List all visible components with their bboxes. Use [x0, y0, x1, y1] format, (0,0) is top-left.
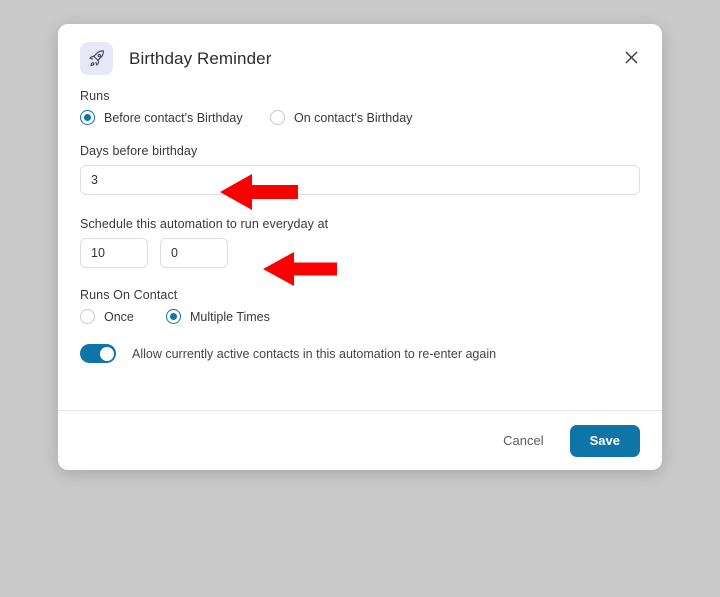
- reenter-toggle-row: Allow currently active contacts in this …: [80, 344, 640, 363]
- radio-option-once[interactable]: Once: [80, 309, 166, 324]
- days-before-input[interactable]: [80, 165, 640, 195]
- reenter-toggle[interactable]: [80, 344, 116, 363]
- radio-option-before-birthday[interactable]: Before contact's Birthday: [80, 110, 270, 125]
- radio-indicator-multiple-times[interactable]: [166, 309, 181, 324]
- rocket-icon: [80, 42, 113, 75]
- schedule-hour-input[interactable]: [80, 238, 148, 268]
- radio-label-on-birthday: On contact's Birthday: [294, 110, 413, 125]
- runs-section: Runs Before contact's Birthday On contac…: [80, 89, 640, 125]
- dialog-header: Birthday Reminder: [58, 24, 662, 75]
- days-before-label: Days before birthday: [80, 144, 198, 158]
- radio-indicator-once[interactable]: [80, 309, 95, 324]
- runs-on-contact-label: Runs On Contact: [80, 288, 178, 302]
- page-title: Birthday Reminder: [129, 48, 272, 68]
- radio-label-before-birthday: Before contact's Birthday: [104, 110, 243, 125]
- runs-label: Runs: [80, 89, 110, 103]
- days-before-section: Days before birthday: [80, 144, 640, 195]
- birthday-reminder-dialog: Birthday Reminder Runs Before contact's …: [58, 24, 662, 470]
- schedule-label: Schedule this automation to run everyday…: [80, 217, 329, 231]
- runs-on-contact-radio-group: Once Multiple Times: [80, 309, 640, 324]
- radio-indicator-on-birthday[interactable]: [270, 110, 285, 125]
- cancel-button[interactable]: Cancel: [499, 427, 547, 454]
- save-button[interactable]: Save: [569, 424, 640, 457]
- reenter-toggle-label: Allow currently active contacts in this …: [132, 346, 497, 361]
- schedule-time-row: [80, 238, 640, 268]
- radio-option-multiple-times[interactable]: Multiple Times: [166, 309, 270, 324]
- schedule-section: Schedule this automation to run everyday…: [80, 217, 640, 268]
- radio-label-once: Once: [104, 309, 134, 324]
- schedule-minute-input[interactable]: [160, 238, 228, 268]
- radio-indicator-before-birthday[interactable]: [80, 110, 95, 125]
- dialog-footer: Cancel Save: [58, 410, 662, 470]
- close-icon[interactable]: [618, 44, 644, 70]
- runs-radio-group: Before contact's Birthday On contact's B…: [80, 110, 640, 125]
- radio-label-multiple-times: Multiple Times: [190, 309, 270, 324]
- radio-option-on-birthday[interactable]: On contact's Birthday: [270, 110, 412, 125]
- runs-on-contact-section: Runs On Contact Once Multiple Times: [80, 288, 640, 324]
- dialog-body: Runs Before contact's Birthday On contac…: [58, 75, 662, 410]
